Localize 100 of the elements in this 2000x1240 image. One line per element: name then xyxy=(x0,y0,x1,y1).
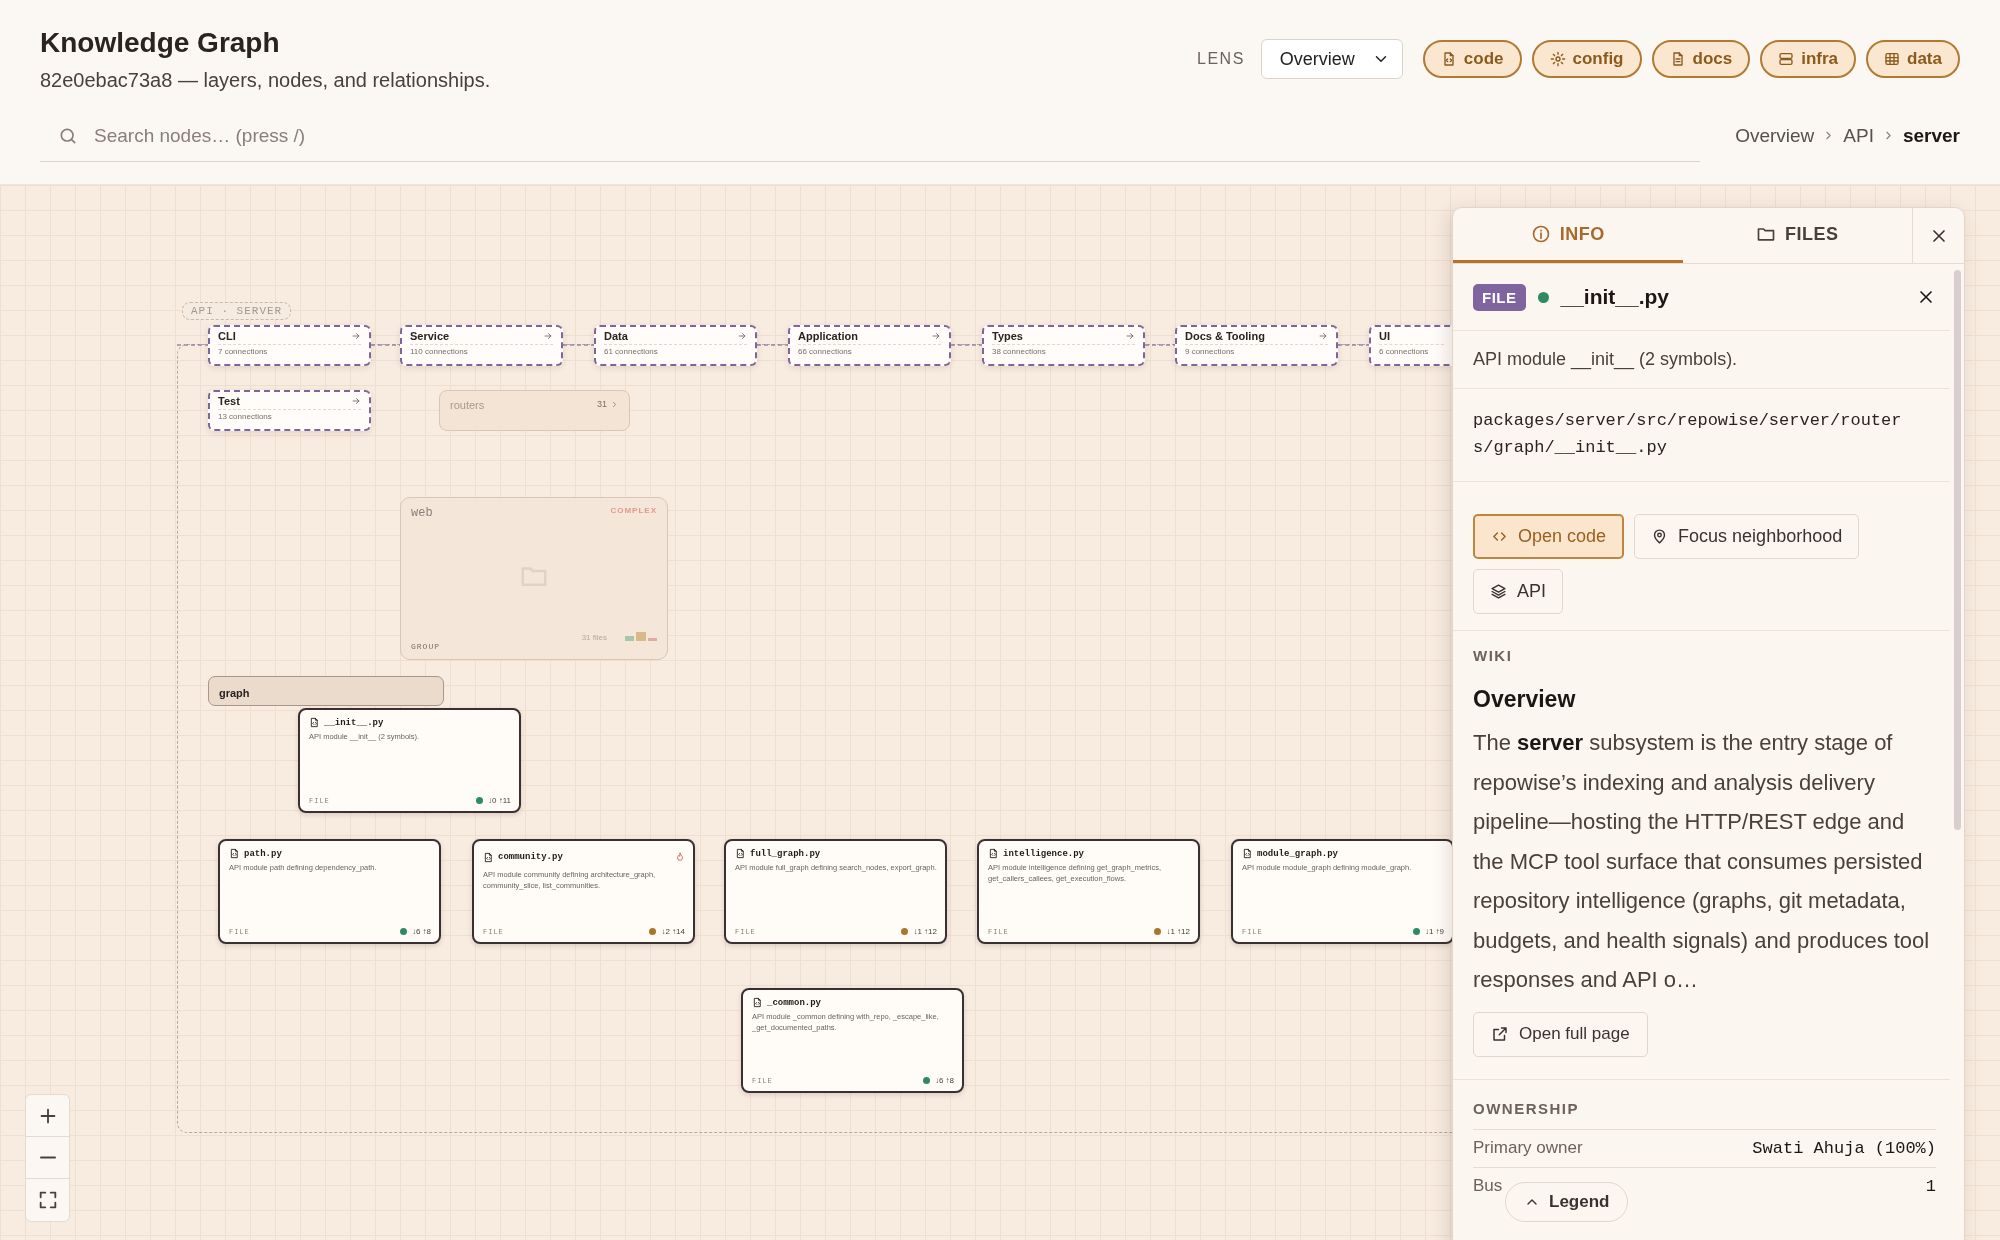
legend-button[interactable]: Legend xyxy=(1505,1182,1629,1222)
layer-node[interactable]: Test 13 connections xyxy=(208,390,371,431)
layer-node[interactable]: CLI 7 connections xyxy=(208,325,371,366)
file-code-icon xyxy=(735,848,746,859)
connection-count: 61 connections xyxy=(604,347,659,356)
layer-node[interactable]: Types 38 connections xyxy=(982,325,1145,366)
arrow-icon xyxy=(1318,331,1328,341)
connection-count: 110 connections xyxy=(410,347,469,356)
edge-counts: ↓1 ↑12 xyxy=(1166,927,1190,936)
arrow-icon xyxy=(351,331,361,341)
filter-chip[interactable]: code xyxy=(1422,40,1522,78)
connection-count: 7 connections xyxy=(218,347,269,356)
gear-icon xyxy=(1549,51,1566,67)
layer-name: UI xyxy=(1379,330,1390,342)
lens-dropdown[interactable]: Overview xyxy=(1260,39,1403,79)
layer-name: Test xyxy=(218,395,240,407)
connector-line xyxy=(176,344,209,346)
file-code-icon xyxy=(309,717,320,728)
table-icon xyxy=(1884,51,1901,67)
file-path: packages/server/src/repowise/server/routers/graph/__init__.py xyxy=(1472,410,1903,460)
folder-bar[interactable]: graph xyxy=(208,676,444,706)
edge-counts: ↓1 ↑12 xyxy=(913,927,937,936)
file-count: 31 xyxy=(597,399,607,409)
server-icon xyxy=(1778,51,1795,67)
layer-node[interactable]: Docs & Tooling 9 connections xyxy=(1175,325,1338,366)
edge-counts: ↓1 ↑9 xyxy=(1424,927,1444,936)
section-heading: WIKI xyxy=(1473,647,1514,665)
edge-counts: ↓6 ↑8 xyxy=(934,1076,954,1085)
chevron-icon xyxy=(610,399,619,409)
layer-name: Application xyxy=(798,330,858,342)
folder-name: graph xyxy=(219,687,250,699)
edge-counts: ↓2 ↑14 xyxy=(661,927,685,936)
file-code-icon xyxy=(988,848,999,859)
panel-tab[interactable]: FILES xyxy=(1682,208,1912,263)
arrow-icon xyxy=(351,396,361,406)
arrow-icon xyxy=(931,331,941,341)
action-button[interactable]: Open code xyxy=(1473,514,1625,560)
search-field[interactable]: Search nodes… (press /) xyxy=(92,123,692,148)
group-name: web xyxy=(411,506,433,520)
connection-count: 9 connections xyxy=(1185,347,1236,356)
connection-count: 66 connections xyxy=(798,347,853,356)
edge-counts: ↓6 ↑8 xyxy=(411,927,431,936)
type-badge: FILE xyxy=(1473,283,1526,311)
layer-name: Service xyxy=(410,330,450,342)
action-button[interactable]: API xyxy=(1473,569,1563,615)
connector-line xyxy=(1337,344,1370,346)
page-subtitle: 82e0ebac73a8 — layers, nodes, and relationships. xyxy=(40,69,491,92)
health-bars-icon xyxy=(625,632,657,642)
filter-chip[interactable]: docs xyxy=(1651,40,1751,78)
complexity-label: COMPLEX xyxy=(610,506,657,517)
open-page-button[interactable]: Open full page xyxy=(1473,1011,1648,1057)
file-name: path.py xyxy=(244,848,282,859)
layer-node[interactable]: Application 66 connections xyxy=(788,325,951,366)
layer-name: Types xyxy=(992,330,1023,342)
info-icon xyxy=(1530,224,1551,244)
node-title: __init__.py xyxy=(1560,285,1671,309)
file-name: __init__.py xyxy=(324,717,384,728)
file-code-icon xyxy=(1242,848,1253,859)
node-description: API module __init__ (2 symbols). xyxy=(1473,348,1739,372)
wiki-summary: The server subsystem is the entry stage of repowise’s indexing and analysis delivery pipeline—hosting the HTTP/REST edge and the MCP tool surface that consumes persisted repository intelligence (graphs, git metadata, budgets, and health signals) and produces tool responses and API o… xyxy=(1473,729,1930,995)
file-code-icon xyxy=(752,997,763,1008)
layer-node[interactable]: Data 61 connections xyxy=(594,325,757,366)
connector-line xyxy=(370,344,401,346)
field-value: Swati Ahuja (100%) xyxy=(1752,1138,1936,1158)
wiki-title: Overview xyxy=(1473,686,1577,714)
page-title: Knowledge Graph xyxy=(40,27,281,59)
group-label: API · SERVER xyxy=(182,302,292,320)
connector-line xyxy=(1144,344,1176,346)
breadcrumb-link[interactable]: Overview xyxy=(1735,125,1815,147)
action-button[interactable]: Focus neighborhood xyxy=(1634,514,1860,560)
field-label: Bus xyxy=(1473,1176,1503,1197)
layer-node[interactable]: UI 6 connections xyxy=(1369,325,1452,366)
connector-line xyxy=(562,344,595,346)
layer-node[interactable]: Service 110 connections xyxy=(400,325,563,366)
filter-chip[interactable]: data xyxy=(1866,40,1960,78)
folder-name: routers xyxy=(450,399,485,411)
connection-count: 6 connections xyxy=(1379,347,1430,356)
file-code-icon xyxy=(229,848,240,859)
layer-name: Docs & Tooling xyxy=(1185,330,1265,342)
external-link-icon xyxy=(1491,1025,1509,1044)
file-name: community.py xyxy=(498,852,563,862)
field-value: 1 xyxy=(1925,1176,1936,1196)
arrow-icon xyxy=(543,331,553,341)
file-name: full_graph.py xyxy=(750,848,821,859)
file-name: _common.py xyxy=(767,997,821,1008)
filter-chip[interactable]: config xyxy=(1531,40,1642,78)
breadcrumb-link[interactable]: API xyxy=(1843,125,1874,147)
panel-tab[interactable]: INFO xyxy=(1453,208,1683,263)
node-type: GROUP xyxy=(411,642,441,651)
connection-count: 13 connections xyxy=(218,412,273,421)
section-heading: OWNERSHIP xyxy=(1473,1099,1580,1117)
layer-name: Data xyxy=(604,330,628,342)
arrow-icon xyxy=(737,331,747,341)
folder-node[interactable]: routers 31 xyxy=(439,390,630,431)
filter-chip[interactable]: infra xyxy=(1760,40,1857,78)
lens-label: LENS xyxy=(1197,50,1245,68)
file-name: intelligence.py xyxy=(1003,848,1084,859)
breadcrumb-link[interactable]: server xyxy=(1902,125,1960,147)
layer-name: CLI xyxy=(218,330,236,342)
file-name: module_graph.py xyxy=(1257,848,1338,859)
